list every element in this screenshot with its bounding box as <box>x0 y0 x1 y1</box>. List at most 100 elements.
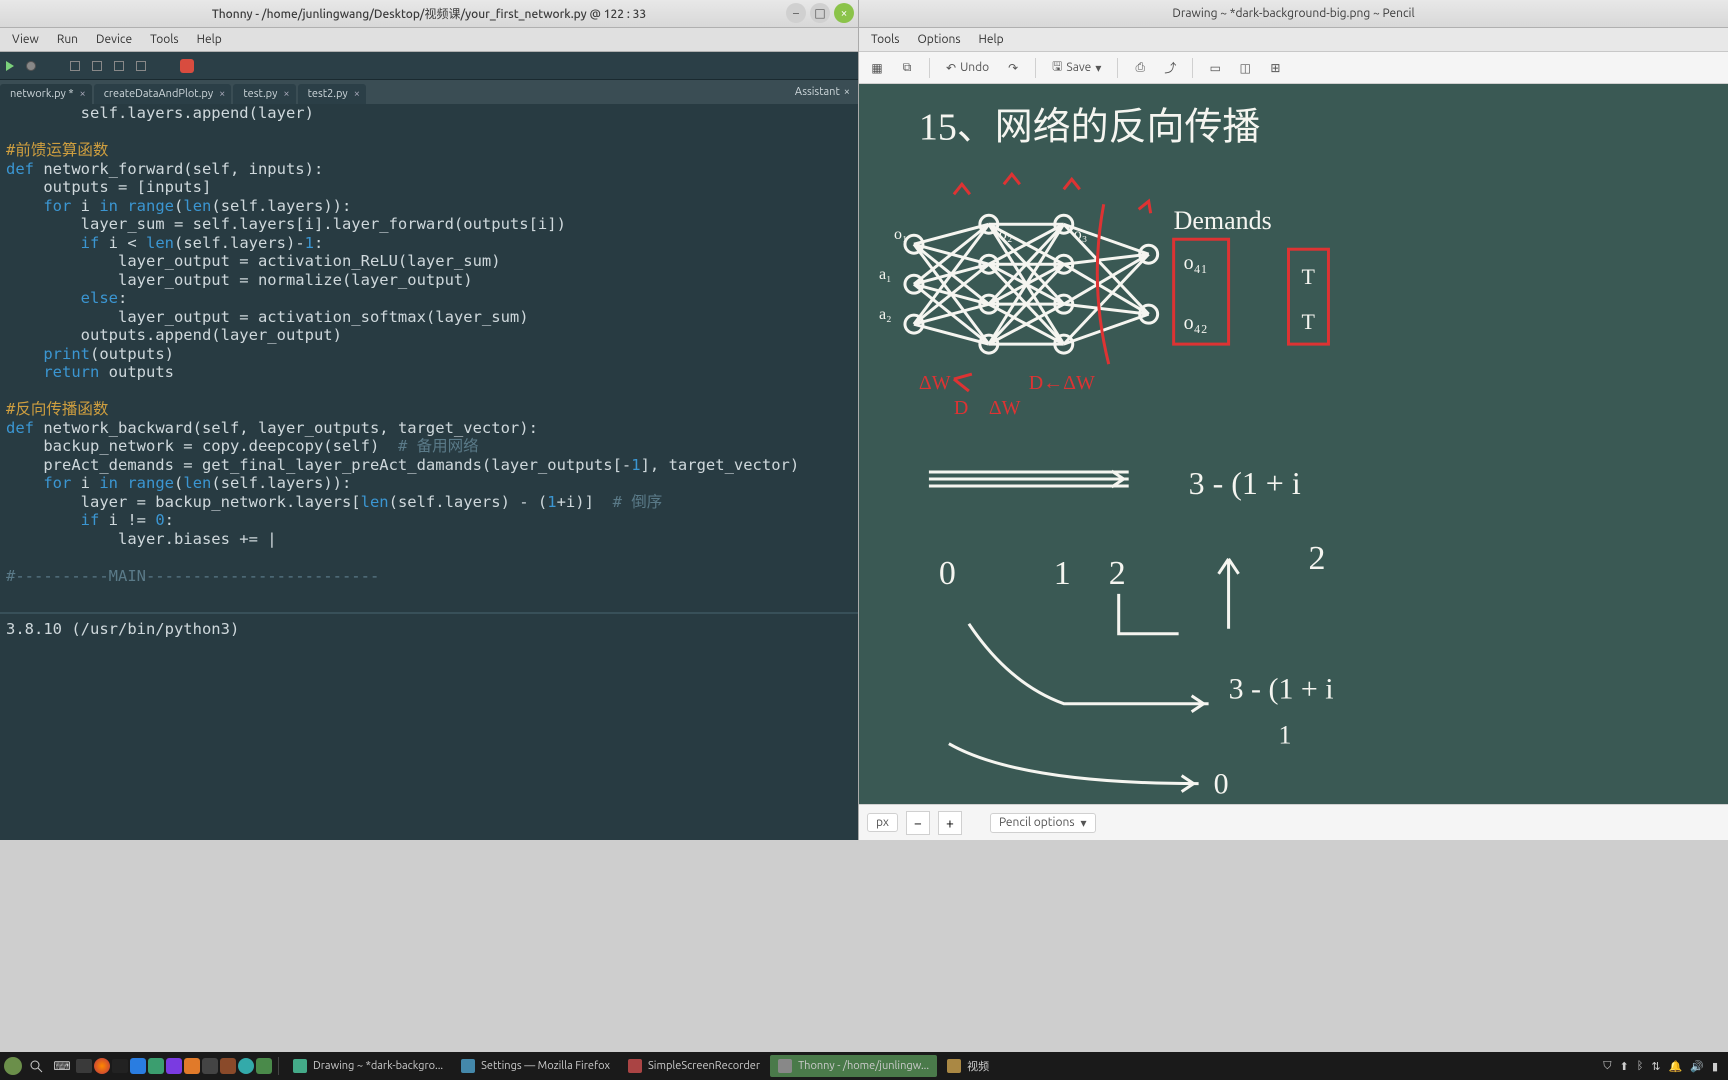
app-icon-2[interactable] <box>148 1058 164 1074</box>
save-button[interactable]: 🖫 Save ▾ <box>1046 56 1107 80</box>
debug-icon[interactable] <box>26 61 36 71</box>
zoom-in-button[interactable]: + <box>938 811 962 835</box>
close-button[interactable]: × <box>834 3 854 23</box>
layout3-icon[interactable]: ⊞ <box>1263 56 1287 80</box>
thonny-title: Thonny - /home/junlingwang/Desktop/视频课/y… <box>212 5 646 22</box>
taskbar: ⌨ Drawing ~ *dark-backgro... Settings — … <box>0 1052 1728 1080</box>
t-label-bot: T <box>1301 309 1315 334</box>
num-0b: 0 <box>1214 768 1229 801</box>
copy-icon[interactable]: ⧉ <box>895 56 919 80</box>
tray-icon-1[interactable]: ⛉ <box>1603 1060 1611 1073</box>
new-tab-icon[interactable]: ▦ <box>865 56 889 80</box>
stop-icon[interactable] <box>180 59 194 73</box>
tab-createdata[interactable]: createDataAndPlot.py × <box>94 84 232 104</box>
menu-help[interactable]: Help <box>971 31 1012 48</box>
pencil-titlebar: Drawing ~ *dark-background-big.png ~ Pen… <box>859 0 1728 28</box>
print-icon[interactable]: ⎙ <box>1128 56 1152 80</box>
undo-label: Undo <box>960 61 989 74</box>
assistant-label: Assistant <box>795 86 840 98</box>
pencil-options-dropdown[interactable]: Pencil options ▾ <box>990 813 1096 833</box>
tab-label: createDataAndPlot.py <box>104 88 213 100</box>
num-0: 0 <box>939 555 956 592</box>
undo-button[interactable]: ↶ Undo <box>940 56 995 80</box>
run-icon[interactable] <box>6 61 14 71</box>
t-label-top: T <box>1301 264 1315 289</box>
task-video[interactable]: 视频 <box>939 1055 997 1077</box>
window-controls: – □ × <box>786 3 854 23</box>
tab-label: test2.py <box>308 88 348 100</box>
menu-run[interactable]: Run <box>49 31 86 48</box>
app-icon-6[interactable] <box>220 1058 236 1074</box>
unit-select[interactable]: px <box>867 813 898 832</box>
battery-icon[interactable]: ▮ <box>1712 1060 1718 1073</box>
code-editor[interactable]: self.layers.append(layer) #前馈运算函数 def ne… <box>0 104 858 610</box>
menu-device[interactable]: Device <box>88 31 140 48</box>
app-icon-5[interactable] <box>202 1058 218 1074</box>
close-icon[interactable]: × <box>219 88 225 100</box>
close-icon[interactable]: × <box>354 88 360 100</box>
step-into-icon[interactable] <box>92 61 102 71</box>
num-2: 2 <box>1109 555 1126 592</box>
task-thonny[interactable]: Thonny - /home/junlingw... <box>770 1055 937 1077</box>
task-drawing[interactable]: Drawing ~ *dark-backgro... <box>285 1055 451 1077</box>
d-dw: D←ΔW <box>1029 372 1095 394</box>
zoom-out-button[interactable]: − <box>906 811 930 835</box>
d-1: D <box>954 397 968 419</box>
layout2-icon[interactable]: ◫ <box>1233 56 1257 80</box>
step-out-icon[interactable] <box>114 61 124 71</box>
task-settings[interactable]: Settings — Mozilla Firefox <box>453 1055 618 1077</box>
app-icon-4[interactable] <box>184 1058 200 1074</box>
files-icon[interactable] <box>76 1059 92 1073</box>
editor-tabs: network.py *× createDataAndPlot.py × test… <box>0 80 858 104</box>
num-1: 1 <box>1054 555 1071 592</box>
app-icon-1[interactable] <box>130 1058 146 1074</box>
shell-panel[interactable]: 3.8.10 (/usr/bin/python3) <box>0 612 858 840</box>
tab-network[interactable]: network.py *× <box>0 84 92 104</box>
assistant-panel-header[interactable]: Assistant × <box>787 80 858 104</box>
dw-1: ΔW <box>919 372 951 394</box>
pencil-menubar: Tools Options Help <box>859 28 1728 52</box>
firefox-icon[interactable] <box>94 1058 110 1074</box>
tab-test[interactable]: test.py× <box>233 84 295 104</box>
start-menu-icon[interactable] <box>4 1057 22 1075</box>
tab-test2[interactable]: test2.py × <box>298 84 366 104</box>
node-o42: o₄₂ <box>1184 312 1208 334</box>
app-icon-7[interactable] <box>238 1058 254 1074</box>
notification-icon[interactable]: 🔔 <box>1669 1060 1683 1073</box>
pencil-title: Drawing ~ *dark-background-big.png ~ Pen… <box>1172 7 1414 20</box>
minimize-button[interactable]: – <box>786 3 806 23</box>
code-body[interactable]: self.layers.append(layer) #前馈运算函数 def ne… <box>0 104 858 585</box>
thonny-toolbar <box>0 52 858 80</box>
tray-icon-2[interactable]: ⬆ <box>1619 1060 1628 1073</box>
maximize-button[interactable]: □ <box>810 3 830 23</box>
volume-icon[interactable]: 🔊 <box>1690 1060 1704 1073</box>
separator <box>1035 58 1036 78</box>
redo-icon[interactable]: ↷ <box>1001 56 1025 80</box>
drawing-canvas[interactable]: 15、网络的反向传播 Demands <box>859 84 1728 804</box>
terminal-icon[interactable]: ⌨ <box>50 1056 74 1076</box>
menu-view[interactable]: View <box>4 31 47 48</box>
bluetooth-icon[interactable]: ᛒ <box>1637 1060 1644 1072</box>
share-icon[interactable]: ⤴ <box>1158 56 1182 80</box>
board-title: 15、网络的反向传播 <box>919 106 1260 148</box>
step-over-icon[interactable] <box>70 61 80 71</box>
pencil-toolbar: ▦ ⧉ ↶ Undo ↷ 🖫 Save ▾ ⎙ ⤴ ▭ ◫ ⊞ <box>859 52 1728 84</box>
network-icon[interactable]: ⇅ <box>1651 1060 1660 1073</box>
search-icon[interactable] <box>24 1056 48 1076</box>
menu-tools[interactable]: Tools <box>863 31 908 48</box>
separator <box>1192 58 1193 78</box>
close-icon[interactable]: × <box>283 88 289 100</box>
demands-label: Demands <box>1174 206 1272 235</box>
app-icon-3[interactable] <box>166 1058 182 1074</box>
resume-icon[interactable] <box>136 61 146 71</box>
task-recorder[interactable]: SimpleScreenRecorder <box>620 1055 768 1077</box>
menu-tools[interactable]: Tools <box>142 31 187 48</box>
app-icon-8[interactable] <box>256 1058 272 1074</box>
close-icon[interactable]: × <box>80 88 86 100</box>
term2-icon[interactable] <box>112 1059 128 1073</box>
layout1-icon[interactable]: ▭ <box>1203 56 1227 80</box>
menu-help[interactable]: Help <box>189 31 230 48</box>
menu-options[interactable]: Options <box>910 31 969 48</box>
save-label: Save <box>1066 61 1091 74</box>
close-icon[interactable]: × <box>844 86 850 98</box>
